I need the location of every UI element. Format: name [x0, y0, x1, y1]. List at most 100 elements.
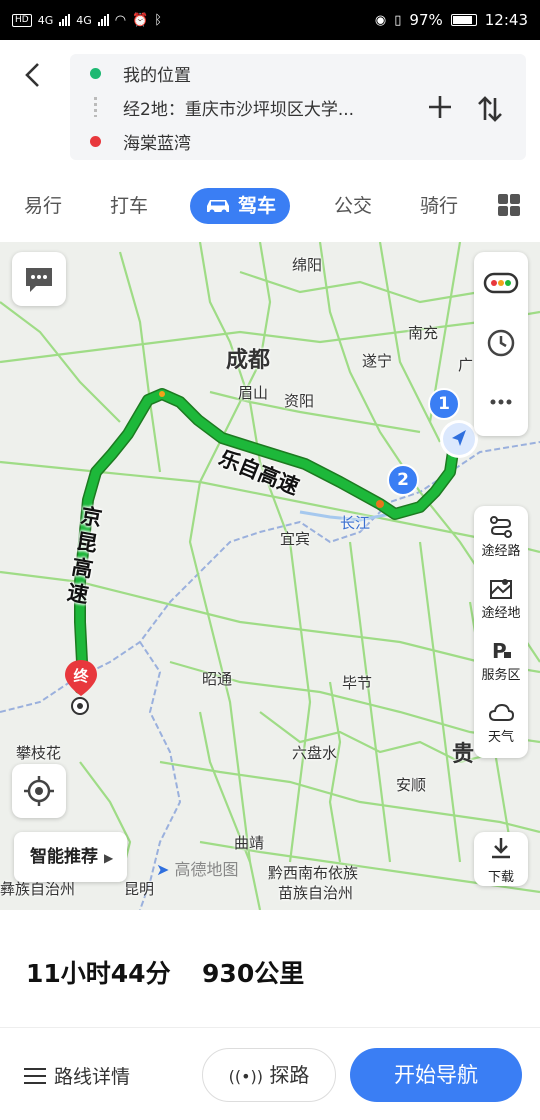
route-header: 我的位置 经2地：重庆市沙坪坝区大学... 海棠蓝湾	[0, 40, 540, 168]
service-area-button[interactable]: P 服务区	[474, 638, 528, 683]
clock: 12:43	[484, 11, 528, 29]
tab-bus[interactable]: 公交	[334, 188, 372, 224]
list-icon	[24, 1067, 46, 1084]
locate-button[interactable]	[12, 764, 66, 818]
more-button[interactable]	[474, 390, 528, 418]
start-navigation-button[interactable]: 开始导航	[350, 1048, 522, 1102]
route-details-button[interactable]: 路线详情	[24, 1062, 130, 1089]
battery-percent: 97%	[409, 11, 443, 29]
alarm-icon: ⏰	[132, 12, 149, 28]
waypoint-marker-2[interactable]: 2	[387, 464, 419, 496]
more-dots-icon	[490, 399, 512, 405]
destination-dot-icon	[90, 135, 101, 147]
route-distance: 930公里	[202, 959, 305, 988]
map-label-ziyang: 资阳	[284, 392, 315, 410]
route-options-panel: 途经路 途经地 P 服务区 天气	[474, 506, 528, 758]
map-label-kunming: 昆明	[124, 880, 155, 898]
smart-recommend-button[interactable]: 智能推荐 ▶	[14, 832, 128, 882]
map-label-gui: 贵	[452, 742, 475, 767]
vibrate-icon: ▯	[394, 12, 402, 28]
route-summary-text: 11小时44分 930公里	[26, 954, 304, 990]
more-modes-icon[interactable]	[498, 194, 520, 216]
map-label-qujing: 曲靖	[234, 834, 265, 852]
map-tools-panel	[474, 252, 528, 436]
tab-drive[interactable]: 驾车	[190, 188, 291, 224]
download-label: 下载	[487, 870, 514, 885]
network-4g-label-2: 4G	[76, 13, 92, 27]
via-place-label: 途经地	[481, 606, 521, 621]
swap-route-button[interactable]	[475, 94, 505, 124]
clock-history-icon	[487, 329, 515, 357]
via-road-label: 途经路	[481, 544, 521, 559]
wifi-icon: ◠	[114, 12, 127, 28]
tab-taxi[interactable]: 打车	[110, 188, 148, 224]
route-duration: 11小时44分	[26, 959, 171, 988]
bluetooth-icon: ᛒ	[154, 12, 163, 28]
triangle-right-icon: ▶	[104, 851, 114, 865]
status-right: ◉ ▯ 97% 12:43	[375, 11, 528, 29]
map-label-suining: 遂宁	[362, 352, 393, 370]
status-bar: HD 4G 4G ◠ ⏰ ᛒ ◉ ▯ 97% 12:43	[0, 0, 540, 40]
screen: HD 4G 4G ◠ ⏰ ᛒ ◉ ▯ 97% 12:43 我的位置 经2地：重庆…	[0, 0, 540, 1120]
car-icon	[207, 200, 229, 215]
map-label-anshun: 安顺	[396, 776, 427, 794]
map-label-liupanshui: 六盘水	[292, 744, 338, 762]
end-marker[interactable]: 终	[62, 658, 100, 718]
map-label-panzhihua: 攀枝花	[16, 744, 62, 762]
waypoint-text: 经2地：重庆市沙坪坝区大学...	[123, 99, 355, 120]
chevron-left-icon	[25, 63, 39, 87]
origin-row[interactable]: 我的位置	[70, 56, 191, 90]
map-label-zhaotong: 昭通	[202, 670, 233, 688]
swap-icon	[478, 96, 502, 122]
origin-dot-icon	[90, 67, 101, 79]
waypoint-row[interactable]: 经2地：重庆市沙坪坝区大学...	[70, 90, 354, 124]
map-view[interactable]: 绵阳 南充 成都 遂宁 眉山 资阳 广 长江 宜宾 昭通 毕节 六盘水 贵 安顺…	[0, 242, 540, 910]
map-label-nanchong: 南充	[408, 324, 439, 342]
brand-logo: ➤ 高德地图	[156, 856, 239, 880]
tab-easy[interactable]: 易行	[24, 188, 62, 224]
traffic-toggle-button[interactable]	[474, 266, 528, 304]
map-label-meishan: 眉山	[238, 384, 269, 402]
cloud-icon	[488, 703, 514, 721]
tab-bike[interactable]: 骑行	[420, 188, 458, 224]
route-details-label: 路线详情	[54, 1066, 131, 1088]
download-icon	[492, 838, 510, 859]
route-summary[interactable]: 11小时44分 930公里	[0, 910, 540, 1028]
back-button[interactable]	[18, 60, 48, 90]
radar-icon: ((•))	[228, 1067, 264, 1086]
map-label-changjiang: 长江	[340, 514, 371, 532]
map-label-qiannan-2: 苗族自治州	[278, 884, 354, 902]
chat-button[interactable]	[12, 252, 66, 306]
map-label-guang: 广	[458, 356, 474, 374]
parking-icon: P	[492, 639, 511, 663]
svg-text:P: P	[492, 639, 507, 663]
via-road-icon	[490, 516, 512, 538]
hd-chip: HD	[12, 13, 32, 27]
route-input-box: 我的位置 经2地：重庆市沙坪坝区大学... 海棠蓝湾	[70, 54, 526, 160]
bottom-action-bar: 路线详情 ((•)) 探路 开始导航	[0, 1028, 540, 1120]
add-waypoint-button[interactable]	[425, 92, 455, 122]
battery-icon	[450, 14, 477, 26]
waypoint-marker-1[interactable]: 1	[428, 388, 460, 420]
waypoint-connector-icon	[94, 97, 97, 117]
via-road-button[interactable]: 途经路	[474, 514, 528, 559]
weather-label: 天气	[487, 730, 514, 745]
via-place-button[interactable]: 途经地	[474, 576, 528, 621]
traffic-light-icon	[483, 272, 519, 294]
locate-icon	[24, 776, 54, 806]
brand-text: 高德地图	[174, 860, 239, 879]
download-button[interactable]: 下载	[474, 832, 528, 886]
map-label-mianyang: 绵阳	[292, 256, 323, 274]
history-button[interactable]	[474, 326, 528, 364]
location-icon: ◉	[374, 12, 387, 28]
plus-icon	[429, 96, 451, 118]
destination-row[interactable]: 海棠蓝湾	[70, 124, 191, 158]
transport-tabs: 易行 打车 驾车 公交 骑行	[0, 168, 540, 242]
smart-recommend-label: 智能推荐	[30, 847, 98, 867]
weather-button[interactable]: 天气	[474, 700, 528, 745]
explore-route-button[interactable]: ((•)) 探路	[202, 1048, 336, 1102]
signal-icon-2	[97, 14, 109, 26]
destination-text: 海棠蓝湾	[123, 133, 191, 154]
tab-drive-label: 驾车	[238, 195, 277, 217]
map-label-bijie: 毕节	[342, 674, 373, 692]
